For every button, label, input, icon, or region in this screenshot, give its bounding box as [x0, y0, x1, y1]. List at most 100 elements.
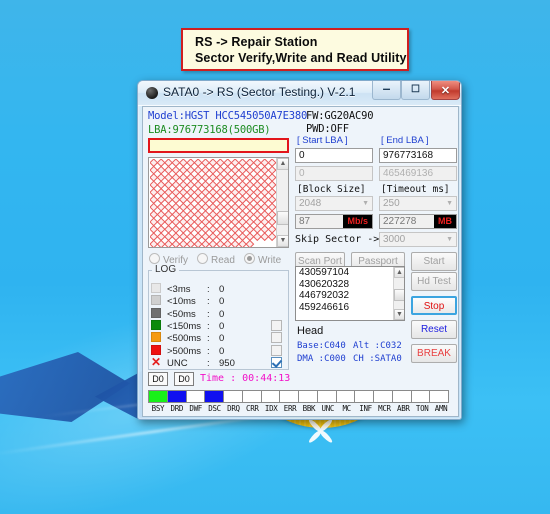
status-cell-dsc	[204, 390, 224, 403]
log-row-checkbox[interactable]	[271, 356, 282, 368]
scroll-down-button[interactable]: ▼	[394, 309, 404, 320]
status-cell-inf	[354, 390, 374, 403]
status-cell-dwf	[185, 390, 206, 403]
app-window: SATA0 -> RS (Sector Testing.) V-2.1 – ☐ …	[137, 80, 462, 420]
sector-map-grid	[150, 159, 277, 247]
chevron-up-icon: ▲	[279, 160, 287, 167]
volume-meter: 227278 MB	[379, 214, 457, 229]
speed-meter: 87 Mb/s	[295, 214, 373, 229]
window-titlebar[interactable]: SATA0 -> RS (Sector Testing.) V-2.1 – ☐ …	[138, 81, 461, 106]
banner-line-1: RS -> Repair Station	[195, 34, 318, 49]
log-row: <10ms:0	[151, 295, 224, 307]
status-cell-label: BSY	[151, 404, 165, 413]
log-row-checkbox[interactable]	[271, 319, 282, 331]
log-row-label: <150ms	[167, 320, 202, 332]
log-row-separator: :	[207, 357, 210, 369]
maximize-button[interactable]: ☐	[401, 81, 430, 100]
start-lba-input-secondary: 0	[295, 166, 373, 181]
window-client-area: Model:HGST HCC545050A7E380 LBA:976773168…	[142, 106, 459, 417]
scrollbar-thumb[interactable]	[277, 211, 288, 225]
defect-list[interactable]: 430597104 430620328 446792032 459246616 ▲ ▼	[295, 266, 405, 321]
start-lba-caption: [ Start LBA ]	[297, 135, 348, 146]
sector-map[interactable]: ▲ ▼	[148, 157, 289, 248]
status-cell-label: TON	[415, 404, 429, 413]
status-cell-label: MCR	[378, 404, 391, 413]
sector-map-canvas	[150, 159, 277, 247]
window-title: SATA0 -> RS (Sector Testing.) V-2.1	[163, 85, 356, 99]
scrollbar-thumb[interactable]	[394, 289, 404, 301]
scroll-down-button[interactable]: ▼	[277, 235, 288, 247]
log-row-label: UNC	[167, 357, 188, 369]
defect-list-scrollbar[interactable]: ▲ ▼	[393, 267, 404, 320]
mode-radio-label: Write	[258, 255, 282, 266]
skip-sector-select[interactable]: 3000 ▼	[379, 232, 457, 247]
head-ch-label: CH :SATA0	[353, 354, 402, 364]
log-row-value: 0	[219, 333, 225, 345]
head-alt-label: Alt :C032	[353, 341, 402, 351]
maximize-icon: ☐	[411, 84, 420, 95]
minimize-icon: –	[382, 80, 391, 96]
scroll-up-button[interactable]: ▲	[277, 158, 288, 170]
drive-info-header: Model:HGST HCC545050A7E380 LBA:976773168…	[148, 110, 448, 136]
log-row-label: <500ms	[167, 333, 202, 345]
log-row-separator: :	[207, 333, 210, 345]
status-cell-label: DRQ	[227, 404, 240, 413]
log-row-separator: :	[207, 345, 210, 357]
log-row: >500ms:0	[151, 344, 224, 357]
minimize-button[interactable]: –	[372, 81, 401, 100]
status-cell-mcr	[373, 390, 393, 403]
log-row-value: 0	[219, 308, 225, 320]
block-size-select[interactable]: 2048 ▼	[295, 196, 373, 211]
d0-right-button[interactable]: D0	[174, 372, 194, 386]
log-color-swatch	[151, 307, 161, 318]
close-button[interactable]: ✕	[431, 81, 460, 100]
log-row-label: <10ms	[167, 296, 196, 308]
scroll-up-button[interactable]: ▲	[394, 267, 404, 278]
log-group-caption: LOG	[152, 264, 180, 275]
list-item[interactable]: 459246616	[296, 302, 404, 314]
hd-test-button[interactable]: Hd Test	[411, 272, 457, 291]
chevron-down-icon: ▼	[279, 237, 287, 244]
log-row-value: 950	[219, 357, 235, 369]
status-cell-label: DRD	[170, 404, 184, 413]
sector-map-scrollbar[interactable]: ▲ ▼	[276, 158, 288, 247]
chevron-down-icon: ▼	[446, 236, 453, 243]
skip-sector-label: Skip Sector ->	[295, 234, 380, 245]
list-item[interactable]: 446792032	[296, 290, 404, 302]
d0-left-button[interactable]: D0	[148, 372, 168, 386]
speed-value: 87	[299, 216, 311, 227]
list-item[interactable]: 430597104	[296, 267, 404, 279]
status-cell-amn	[429, 390, 449, 403]
log-row-separator: :	[207, 284, 210, 295]
start-button[interactable]: Start	[411, 252, 457, 271]
status-cell-abr	[391, 390, 412, 403]
status-cell-label: ERR	[283, 404, 297, 413]
log-row-checkbox[interactable]	[271, 332, 282, 344]
mode-radio-read[interactable]: Read	[197, 253, 235, 266]
status-cell-label: INF	[359, 404, 372, 413]
log-row: <500ms:0	[151, 332, 224, 344]
list-item[interactable]: 430620328	[296, 279, 404, 291]
drive-model: Model:HGST HCC545050A7E380	[148, 110, 308, 122]
app-icon	[146, 87, 158, 99]
reset-button[interactable]: Reset	[411, 320, 457, 339]
start-lba-input[interactable]: 0	[295, 148, 373, 163]
break-button[interactable]: BREAK	[411, 344, 457, 363]
status-cell-label: AMN	[434, 404, 448, 413]
log-row-checkbox[interactable]	[271, 344, 282, 356]
status-cell-unc	[316, 390, 337, 403]
status-cell-drq	[223, 390, 243, 403]
close-icon: ✕	[440, 85, 451, 97]
mode-radio-write[interactable]: Write	[244, 253, 281, 266]
radio-icon	[197, 253, 208, 264]
defect-list-items: 430597104 430620328 446792032 459246616	[296, 267, 404, 313]
timeout-select[interactable]: 250 ▼	[379, 196, 457, 211]
status-cell-label: BBK	[302, 404, 316, 413]
log-row-separator: :	[207, 308, 210, 320]
mode-radio-label: Read	[211, 255, 235, 266]
block-size-value: 2048	[299, 198, 322, 209]
end-lba-input[interactable]: 976773168	[379, 148, 457, 163]
stop-button[interactable]: Stop	[411, 296, 457, 315]
log-row-label: <3ms	[167, 284, 191, 295]
status-cell-label: CRR	[245, 404, 259, 413]
